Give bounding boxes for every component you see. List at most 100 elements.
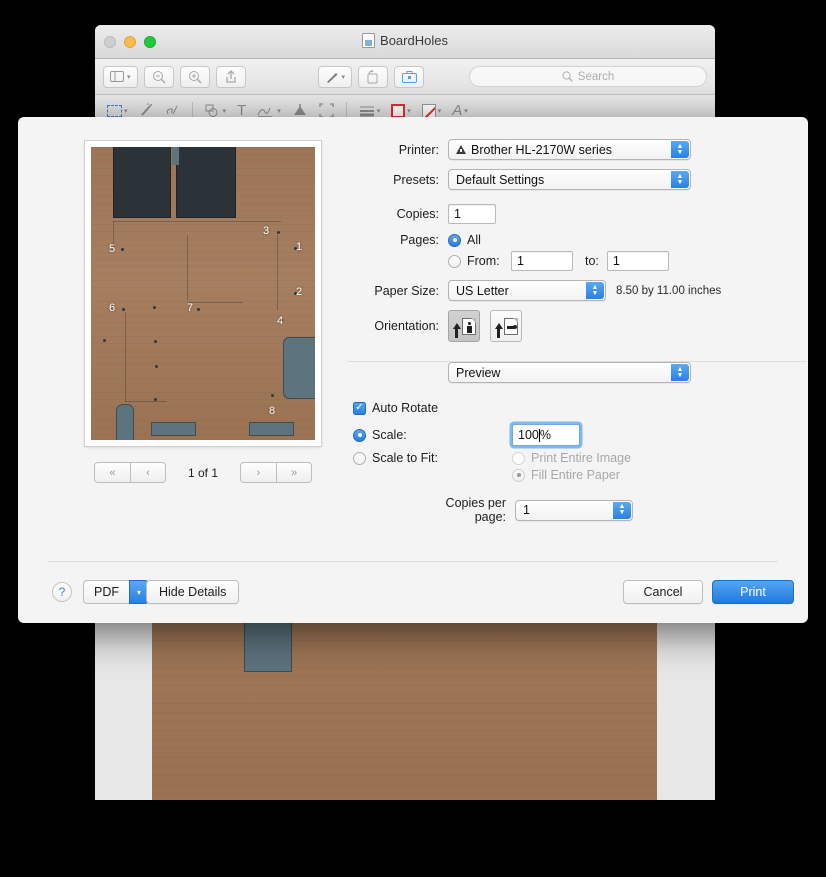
pages-from-label: From: (467, 254, 500, 268)
hide-details-button[interactable]: Hide Details (146, 580, 240, 604)
fill-entire-paper-radio[interactable] (512, 468, 525, 482)
pages-from-input[interactable]: 1 (511, 251, 573, 271)
pages-all-label: All (467, 233, 481, 247)
fill-entire-paper-label: Fill Entire Paper (531, 468, 620, 482)
search-icon (562, 71, 573, 82)
paper-size-value: US Letter (456, 283, 509, 298)
scale-to-fit-radio[interactable] (353, 451, 366, 465)
cancel-button[interactable]: Cancel (623, 580, 703, 604)
pen-icon[interactable]: ▾ (317, 65, 353, 88)
pane-popup-value: Preview (456, 365, 501, 380)
presets-select[interactable]: Default Settings ▲ ▼ (448, 169, 691, 190)
scale-input[interactable]: 100% (512, 424, 580, 446)
print-options-pane: Printer: Brother HL-2170W series ▲ ▼ Pres… (348, 139, 806, 533)
pages-range-row: From: 1 to: 1 (348, 251, 778, 271)
pages-all-row: Pages: All (348, 233, 778, 247)
page-preview-image: 3 1 2 4 5 6 7 8 (91, 147, 315, 440)
copies-row: Copies: 1 (348, 204, 778, 224)
search-placeholder: Search (577, 70, 615, 83)
preview-marker-3: 3 (263, 225, 270, 237)
copies-value: 1 (454, 207, 461, 221)
auto-rotate-checkbox[interactable]: ✓ (353, 401, 366, 415)
toolbox-icon[interactable] (394, 65, 425, 88)
landscape-page-icon (503, 317, 518, 335)
landscape-orientation-button[interactable] (490, 310, 522, 342)
zoom-in-icon[interactable] (179, 65, 210, 88)
printer-value: Brother HL-2170W series (471, 142, 613, 157)
portrait-page-icon (461, 317, 476, 335)
copies-label: Copies: (396, 207, 439, 221)
orientation-row: Orientation: (348, 310, 778, 342)
orientation-label: Orientation: (374, 319, 439, 333)
copies-per-page-row: Copies per page: 1 ▲ ▼ (348, 496, 778, 524)
scale-radio[interactable] (353, 428, 366, 442)
auto-rotate-label: Auto Rotate (372, 401, 439, 415)
page-navigation: « ‹ 1 of 1 › » (85, 462, 321, 483)
pages-to-input[interactable]: 1 (606, 251, 669, 271)
share-icon[interactable] (215, 65, 246, 88)
preview-marker-6: 6 (109, 302, 116, 314)
sidebar-icon[interactable]: ▾ (103, 65, 138, 88)
arrow-up-icon (452, 323, 461, 338)
copies-per-page-select[interactable]: 1 ▲ ▼ (515, 499, 633, 521)
screen: BoardHoles ▾ ▾ Search ▾ ▾ T ▾ ▾ ▾ ▾ A ▾ … (0, 0, 826, 877)
print-dialog: 3 1 2 4 5 6 7 8 « ‹ 1 of 1 › » Printer: … (18, 117, 808, 623)
scale-to-fit-label: Scale to Fit: (372, 451, 438, 465)
presets-row: Presets: Default Settings ▲ ▼ (348, 169, 778, 190)
copies-input[interactable]: 1 (448, 204, 496, 224)
previous-page-button[interactable]: ‹ (129, 463, 165, 482)
pages-to-label: to: (585, 254, 599, 268)
print-entire-image-radio[interactable] (512, 451, 525, 465)
scale-label: Scale: (372, 428, 407, 442)
pages-all-radio[interactable] (448, 233, 461, 247)
pages-label: Pages: (400, 233, 439, 247)
arrow-up-icon (494, 323, 503, 338)
next-page-button[interactable]: › (241, 463, 276, 482)
chevron-up-down-icon: ▲ ▼ (671, 141, 689, 158)
chevron-down-icon: ▾ (341, 73, 346, 81)
print-preview-pane: 3 1 2 4 5 6 7 8 « ‹ 1 of 1 › » (85, 141, 321, 483)
pdf-button[interactable]: PDF (83, 580, 129, 604)
print-button[interactable]: Print (712, 580, 794, 604)
rotate-icon[interactable] (358, 65, 389, 88)
paper-size-select[interactable]: US Letter ▲ ▼ (448, 280, 606, 301)
bottom-divider (48, 561, 778, 562)
preview-marker-2: 2 (296, 286, 303, 298)
page-sheet: 3 1 2 4 5 6 7 8 (85, 141, 321, 446)
preview-marker-1: 1 (296, 241, 303, 253)
scale-value: 100 (518, 428, 539, 442)
printer-label: Printer: (398, 142, 439, 157)
print-pane-select[interactable]: Preview ▲ ▼ (448, 362, 691, 383)
pages-from-radio[interactable] (448, 254, 461, 268)
printer-row: Printer: Brother HL-2170W series ▲ ▼ (348, 139, 778, 160)
scale-to-fit-row: Scale to Fit: Print Entire Image (348, 451, 778, 465)
window-titlebar: BoardHoles (95, 25, 715, 59)
scale-unit: % (539, 428, 551, 442)
paper-dimensions-label: 8.50 by 11.00 inches (616, 284, 722, 297)
preview-marker-7: 7 (187, 302, 194, 314)
copies-per-page-value: 1 (523, 503, 530, 517)
search-input[interactable]: Search (469, 66, 707, 87)
window-title-text: BoardHoles (380, 33, 448, 48)
last-page-button[interactable]: » (276, 463, 311, 482)
presets-value: Default Settings (456, 172, 545, 187)
document-icon (362, 33, 376, 48)
page-count-label: 1 of 1 (187, 465, 219, 480)
portrait-orientation-button[interactable] (448, 310, 480, 342)
preview-toolbar: ▾ ▾ Search (95, 59, 715, 95)
chevron-up-down-icon: ▲ ▼ (671, 171, 689, 188)
zoom-out-icon[interactable] (143, 65, 174, 88)
printer-select[interactable]: Brother HL-2170W series ▲ ▼ (448, 139, 691, 160)
copies-per-page-label: Copies per page: (445, 496, 506, 524)
fill-entire-paper-row: Fill Entire Paper (348, 468, 778, 482)
pages-to-value: 1 (612, 254, 620, 268)
dialog-bottom-bar: ? PDF ▾ Hide Details Cancel Print (18, 561, 808, 623)
first-page-button[interactable]: « (95, 463, 130, 482)
pdf-button-group[interactable]: PDF ▾ (83, 580, 149, 604)
help-button[interactable]: ? (52, 582, 72, 602)
pane-popup-row: Preview ▲ ▼ (348, 362, 778, 383)
paper-size-label: Paper Size: (374, 283, 439, 298)
preview-marker-8: 8 (269, 405, 276, 417)
paper-size-row: Paper Size: US Letter ▲ ▼ 8.50 by 11.00 i… (348, 280, 778, 301)
chevron-up-down-icon: ▲ ▼ (586, 282, 604, 299)
